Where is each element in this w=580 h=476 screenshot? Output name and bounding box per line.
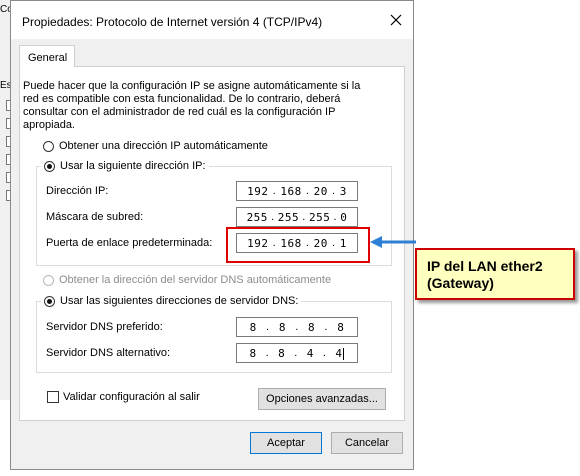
octet: 8 [308, 320, 316, 334]
octet: 255 [246, 210, 268, 224]
dns-manual-label: Usar las siguientes direcciones de servi… [60, 295, 299, 307]
octet: 8 [278, 346, 286, 360]
description-text: Puede hacer que la configuración IP se a… [23, 80, 361, 131]
octet: 192 [247, 184, 269, 198]
validate-label: Validar configuración al salir [63, 391, 200, 403]
dns-auto-radio[interactable] [43, 274, 54, 286]
gateway-highlight-box [226, 227, 370, 263]
callout-note: IP del LAN ether2 (Gateway) [415, 248, 575, 300]
dialog-title: Propiedades: Protocolo de Internet versi… [22, 15, 323, 29]
octet: 4 [335, 346, 343, 360]
title-bar: Propiedades: Protocolo de Internet versi… [11, 1, 413, 39]
ok-button[interactable]: Aceptar [250, 432, 322, 454]
octet: 4 [306, 346, 314, 360]
octet: 8 [337, 320, 345, 334]
octet: 0 [340, 210, 348, 224]
ip-address-field[interactable]: 192. 168. 20. 3 [236, 181, 358, 201]
ip-auto-option[interactable]: Obtener una dirección IP automáticamente [43, 140, 268, 152]
subnet-mask-field[interactable]: 255. 255. 255. 0 [236, 207, 358, 227]
ip-address-label: Dirección IP: [46, 185, 109, 197]
ip-auto-label: Obtener una dirección IP automáticamente [59, 140, 268, 152]
octet: 255 [277, 210, 300, 224]
octet: 255 [309, 210, 331, 224]
dns-alternate-field[interactable]: 8. 8. 4. 4 [236, 343, 358, 363]
callout-line-2: (Gateway) [427, 275, 494, 291]
gateway-label: Puerta de enlace predeterminada: [46, 237, 213, 249]
octet: 168 [280, 184, 302, 198]
callout-line-1: IP del LAN ether2 [427, 258, 543, 274]
ip-manual-option[interactable]: Usar la siguiente dirección IP: [41, 160, 209, 172]
subnet-mask-label: Máscara de subred: [46, 211, 144, 223]
arrow-icon [370, 236, 416, 248]
dns-manual-radio[interactable] [44, 295, 55, 307]
ip-auto-radio[interactable] [43, 140, 54, 152]
text-cursor [343, 347, 345, 360]
validate-checkbox[interactable] [47, 391, 59, 403]
octet: 20 [313, 184, 328, 198]
octet: 3 [339, 184, 347, 198]
dns-auto-option[interactable]: Obtener la dirección del servidor DNS au… [43, 274, 331, 286]
dns-auto-label: Obtener la dirección del servidor DNS au… [59, 274, 332, 286]
dns-preferred-field[interactable]: 8. 8. 8. 8 [236, 317, 358, 337]
dns-preferred-label: Servidor DNS preferido: [46, 321, 163, 333]
octet: 8 [278, 320, 286, 334]
dns-alternate-label: Servidor DNS alternativo: [46, 347, 171, 359]
ip-manual-radio[interactable] [44, 160, 55, 172]
close-button[interactable] [379, 7, 413, 33]
cancel-button[interactable]: Cancelar [331, 432, 403, 454]
advanced-options-button[interactable]: Opciones avanzadas... [258, 388, 386, 410]
octet: 8 [249, 346, 257, 360]
octet: 8 [249, 320, 257, 334]
ip-manual-label: Usar la siguiente dirección IP: [60, 160, 206, 172]
close-icon [390, 14, 402, 26]
dns-manual-option[interactable]: Usar las siguientes direcciones de servi… [41, 295, 302, 307]
tab-general[interactable]: General [19, 45, 75, 67]
